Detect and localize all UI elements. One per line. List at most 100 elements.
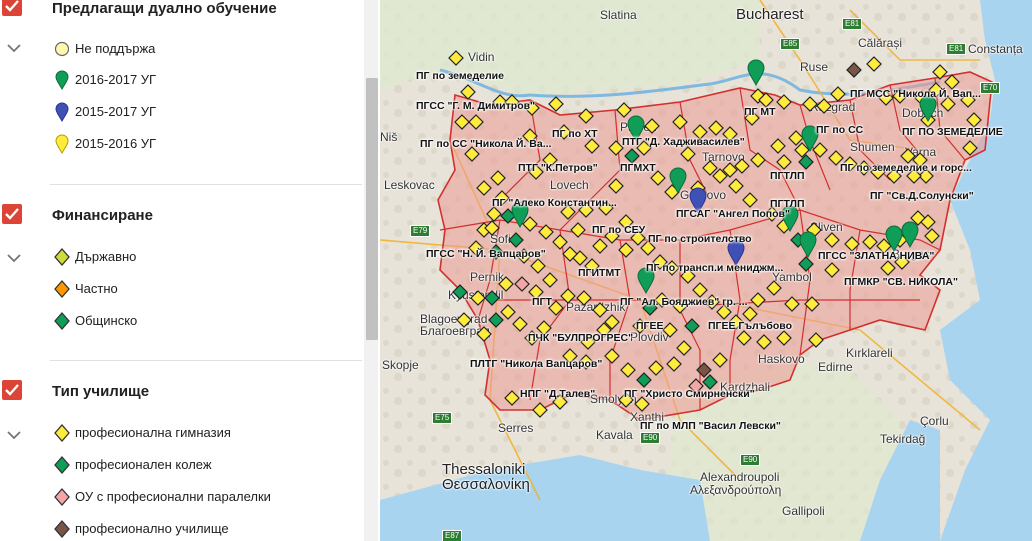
school-label[interactable]: НПГ "Д.Талев": [520, 388, 595, 400]
school-marker[interactable]: [538, 224, 554, 240]
school-marker[interactable]: [514, 276, 530, 292]
school-label[interactable]: ПГ по земеделие и горс...: [840, 162, 972, 174]
legend-item-professional-high-school[interactable]: професионална гимназия: [52, 422, 352, 444]
chevron-down-icon[interactable]: [7, 250, 21, 268]
school-marker[interactable]: [592, 238, 608, 254]
legend-item-not-supported[interactable]: Не поддържа: [52, 38, 352, 60]
school-marker[interactable]: [620, 362, 636, 378]
school-marker[interactable]: [736, 330, 752, 346]
school-marker[interactable]: [798, 256, 814, 272]
school-marker[interactable]: [470, 290, 486, 306]
school-marker[interactable]: [456, 312, 472, 328]
legend-item-professional-college[interactable]: професионален колеж: [52, 454, 352, 476]
school-marker[interactable]: [484, 290, 500, 306]
school-marker[interactable]: [618, 242, 634, 258]
school-marker[interactable]: [784, 296, 800, 312]
school-marker[interactable]: [672, 114, 688, 130]
school-marker[interactable]: [460, 84, 476, 100]
school-marker[interactable]: [498, 276, 514, 292]
school-marker[interactable]: [776, 154, 792, 170]
school-marker[interactable]: [468, 114, 484, 130]
school-label[interactable]: ПГ МТ: [744, 106, 776, 118]
school-marker[interactable]: [666, 356, 682, 372]
chevron-down-icon[interactable]: [7, 427, 21, 445]
school-label[interactable]: ПГ ПО ЗЕМЕДЕЛИЕ: [902, 126, 1003, 138]
school-marker[interactable]: [846, 62, 862, 78]
school-label[interactable]: ПГ "Св.Д.Солунски": [870, 190, 974, 202]
school-marker[interactable]: [644, 118, 660, 134]
school-marker[interactable]: [608, 178, 624, 194]
school-marker[interactable]: [584, 138, 600, 154]
school-marker[interactable]: [542, 272, 558, 288]
school-label[interactable]: ПГ по трансп.и мениджм...: [646, 262, 783, 274]
school-label[interactable]: ПГТЛП: [770, 198, 805, 210]
dual-training-pin[interactable]: [746, 58, 766, 86]
school-label[interactable]: ПГСС "Н. Й. Вапцаров": [426, 248, 546, 260]
school-label[interactable]: ПГ по МЛП "Васил Левски": [640, 420, 781, 432]
school-label[interactable]: ПГМКР "СВ. НИКОЛА": [844, 276, 958, 288]
school-marker[interactable]: [962, 140, 978, 156]
school-marker[interactable]: [504, 390, 520, 406]
map-canvas[interactable]: Bucharest Călărași Constanța Vidin Slati…: [380, 0, 1032, 541]
school-marker[interactable]: [830, 86, 846, 102]
school-label[interactable]: ПГТ: [532, 296, 552, 308]
school-marker[interactable]: [532, 402, 548, 418]
school-marker[interactable]: [770, 138, 786, 154]
school-label[interactable]: ПГСС "Г. М. Димитров": [416, 100, 535, 112]
school-label[interactable]: ПГТЛП: [770, 170, 805, 182]
school-marker[interactable]: [548, 96, 564, 112]
school-label[interactable]: ПГСС "ЗЛАТНА НИВА": [818, 250, 934, 262]
chevron-down-icon[interactable]: [7, 40, 21, 58]
school-marker[interactable]: [508, 232, 524, 248]
school-marker[interactable]: [484, 220, 500, 236]
school-label[interactable]: ПГ по земеделие: [416, 70, 504, 82]
school-label[interactable]: ПГ "Ал. Бояджиев" гр. ...: [620, 296, 748, 308]
dual-training-pin[interactable]: [798, 230, 818, 258]
school-label[interactable]: ПЧК "БУЛПРОГРЕС": [528, 332, 633, 344]
school-marker[interactable]: [552, 234, 568, 250]
school-marker[interactable]: [924, 228, 940, 244]
school-label[interactable]: ПГ по ХТ: [552, 128, 598, 140]
school-marker[interactable]: [776, 330, 792, 346]
school-marker[interactable]: [476, 180, 492, 196]
school-marker[interactable]: [578, 108, 594, 124]
school-label[interactable]: ПГ МСС "Никола Й. Вап...: [850, 88, 981, 100]
school-marker[interactable]: [702, 160, 718, 176]
school-marker[interactable]: [742, 192, 758, 208]
school-marker[interactable]: [604, 348, 620, 364]
dual-training-pin[interactable]: [668, 166, 688, 194]
school-marker[interactable]: [776, 94, 792, 110]
school-marker[interactable]: [676, 340, 692, 356]
school-marker[interactable]: [824, 232, 840, 248]
school-marker[interactable]: [750, 152, 766, 168]
school-marker[interactable]: [804, 296, 820, 312]
school-label[interactable]: ПГ по СС "Никола Й. Ва...: [420, 138, 551, 150]
school-marker[interactable]: [920, 214, 936, 230]
layer-dual-training-checkbox[interactable]: [2, 0, 22, 16]
school-marker[interactable]: [798, 154, 814, 170]
school-label[interactable]: ПГ по строителство: [648, 233, 752, 245]
school-label[interactable]: ПГЕЕ: [636, 320, 664, 332]
school-label[interactable]: ПГ "Алеко Константин...: [492, 197, 617, 209]
school-label[interactable]: ПГМХТ: [620, 162, 656, 174]
school-label[interactable]: ПТГ "К.Петров": [518, 162, 598, 174]
school-marker[interactable]: [680, 146, 696, 162]
school-marker[interactable]: [560, 288, 576, 304]
school-marker[interactable]: [880, 260, 896, 276]
school-marker[interactable]: [570, 222, 586, 238]
layer-funding-checkbox[interactable]: [2, 204, 22, 224]
sidebar-scrollbar-thumb[interactable]: [366, 78, 378, 340]
school-marker[interactable]: [766, 280, 782, 296]
school-label[interactable]: ПТГ "Д. Хадживасилев": [622, 136, 745, 148]
school-marker[interactable]: [490, 170, 506, 186]
dual-training-pin[interactable]: [900, 220, 920, 248]
school-marker[interactable]: [448, 50, 464, 66]
legend-item-2015-2017[interactable]: 2015-2017 УГ: [52, 101, 352, 123]
school-marker[interactable]: [576, 290, 592, 306]
legend-item-municipal[interactable]: Общинско: [52, 310, 352, 332]
legend-item-2016-2017[interactable]: 2016-2017 УГ: [52, 69, 352, 91]
school-marker[interactable]: [866, 56, 882, 72]
layer-school-type-checkbox[interactable]: [2, 380, 22, 400]
legend-item-state[interactable]: Държавно: [52, 246, 352, 268]
school-label[interactable]: ПГ по СЕУ: [592, 224, 645, 236]
